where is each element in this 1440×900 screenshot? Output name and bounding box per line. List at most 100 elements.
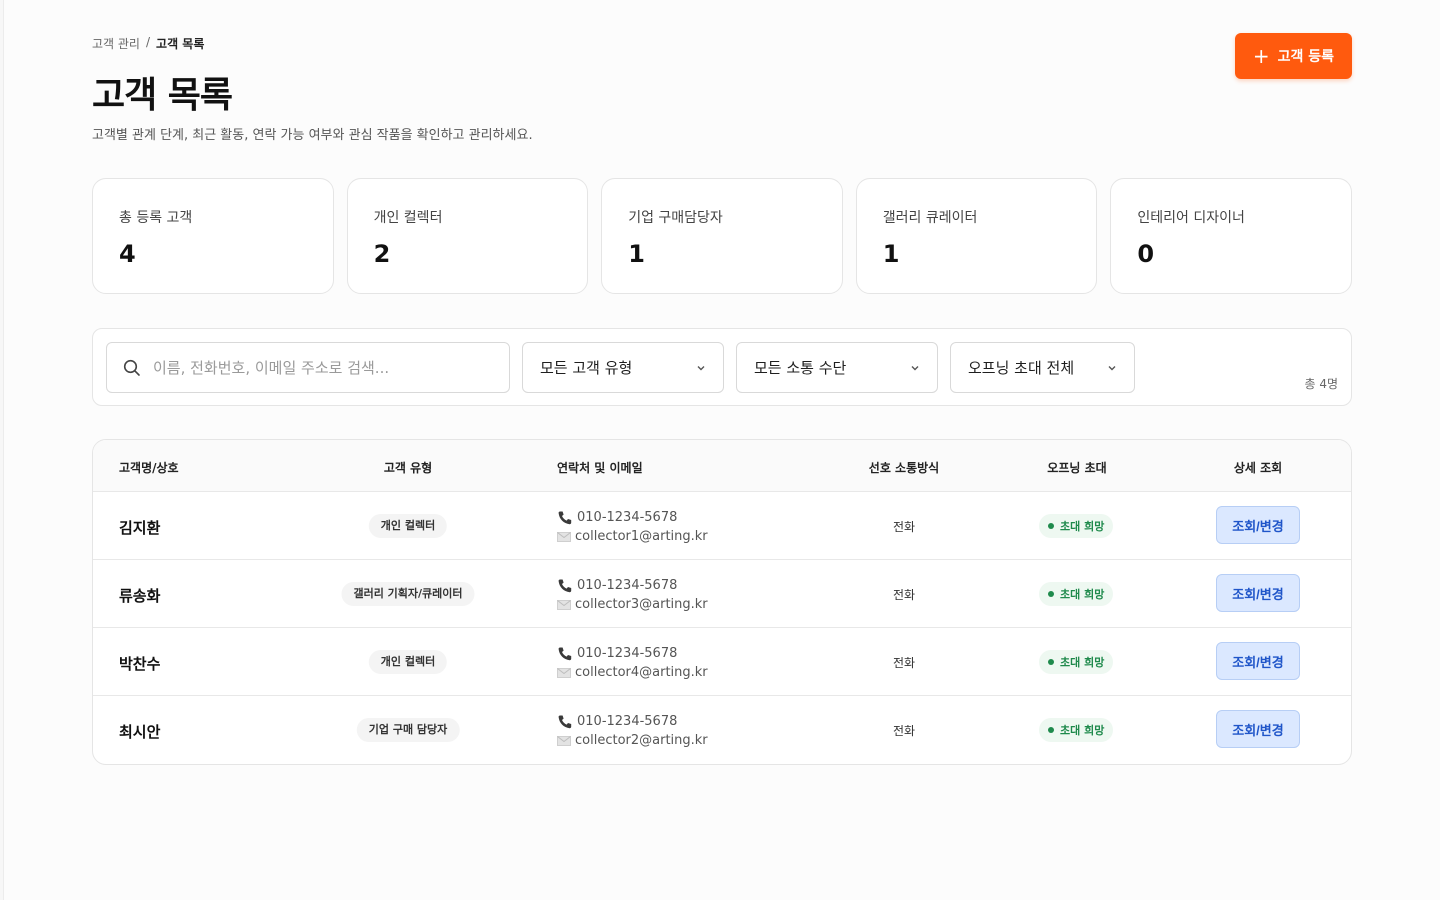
status-dot-icon (1048, 523, 1054, 529)
stat-label: 개인 컬렉터 (373, 210, 443, 226)
column-header-contact: 연락처 및 이메일 (557, 461, 643, 475)
table-row: 박찬수 개인 컬렉터 010-1234-5678 collector4@arti… (93, 628, 1351, 696)
mail-icon (557, 531, 571, 542)
search-box[interactable] (106, 342, 510, 393)
preferred-channel: 전화 (892, 520, 916, 534)
opening-invite-select[interactable]: 오프닝 초대 전체 (950, 342, 1135, 393)
opening-invite-select-value: 오프닝 초대 전체 (968, 359, 1075, 377)
customer-type-badge: 기업 구매 담당자 (356, 718, 460, 742)
invite-status-badge: 초대 희망 (1039, 582, 1114, 606)
phone-icon (558, 579, 572, 592)
invite-status-label: 초대 희망 (1060, 520, 1105, 533)
contact-info: 010-1234-5678 collector4@arting.kr (557, 644, 708, 682)
view-edit-button[interactable]: 조회/변경 (1216, 710, 1300, 748)
column-header-name: 고객명/상호 (119, 461, 179, 475)
stat-card-total: 총 등록 고객 4 (92, 178, 334, 294)
page-title: 고객 목록 (92, 75, 233, 116)
chevron-down-icon (697, 365, 705, 370)
mail-icon (557, 599, 571, 610)
column-header-preference: 선호 소통방식 (868, 461, 940, 475)
stat-value: 2 (373, 240, 391, 268)
view-edit-button[interactable]: 조회/변경 (1216, 642, 1300, 680)
page-subtitle: 고객별 관계 단계, 최근 활동, 연락 가능 여부와 관심 작품을 확인하고 … (92, 128, 533, 143)
phone-number: 010-1234-5678 (577, 510, 678, 525)
phone-icon (558, 511, 572, 524)
channel-select[interactable]: 모든 소통 수단 (736, 342, 938, 393)
table-row: 류송화 갤러리 기획자/큐레이터 010-1234-5678 collector… (93, 560, 1351, 628)
breadcrumb-parent[interactable]: 고객 관리 (92, 35, 140, 52)
stat-value: 1 (882, 240, 900, 268)
table-row: 최시안 기업 구매 담당자 010-1234-5678 collector2@a… (93, 696, 1351, 764)
invite-status-badge: 초대 희망 (1039, 718, 1114, 742)
column-header-type: 고객 유형 (383, 461, 433, 475)
email-address: collector3@arting.kr (575, 597, 708, 612)
breadcrumb-separator: / (145, 35, 151, 49)
status-dot-icon (1048, 591, 1054, 597)
invite-status-label: 초대 희망 (1060, 588, 1105, 601)
stat-card-individual-collector: 개인 컬렉터 2 (346, 178, 589, 294)
email-address: collector1@arting.kr (575, 529, 708, 544)
invite-status-label: 초대 희망 (1060, 656, 1105, 669)
stat-value: 4 (119, 240, 136, 268)
add-customer-label: 고객 등록 (1277, 49, 1335, 65)
customer-type-badge: 갤러리 기획자/큐레이터 (341, 582, 475, 606)
stat-label: 총 등록 고객 (119, 210, 193, 226)
customer-type-select-value: 모든 고객 유형 (540, 359, 633, 377)
mail-icon (557, 735, 571, 746)
stat-card-gallery-curator: 갤러리 큐레이터 1 (855, 178, 1098, 294)
status-dot-icon (1048, 727, 1054, 733)
column-header-detail: 상세 조회 (1233, 461, 1283, 475)
stat-card-corporate-buyer: 기업 구매담당자 1 (601, 178, 843, 294)
invite-status-badge: 초대 희망 (1039, 514, 1114, 538)
stat-value: 0 (1137, 240, 1155, 268)
customer-name: 류송화 (119, 587, 161, 605)
customer-name: 최시안 (119, 723, 161, 741)
table-row: 김지환 개인 컬렉터 010-1234-5678 collector1@arti… (93, 492, 1351, 560)
plus-icon: + (1252, 44, 1270, 68)
add-customer-button[interactable]: + 고객 등록 (1235, 33, 1352, 79)
search-input[interactable] (153, 358, 493, 377)
phone-icon (558, 715, 572, 728)
phone-icon (558, 647, 572, 660)
filter-bar: 모든 고객 유형 모든 소통 수단 오프닝 초대 전체 총 4명 (92, 328, 1352, 406)
total-count: 총 4명 (1304, 377, 1338, 391)
invite-status-label: 초대 희망 (1060, 724, 1105, 737)
customer-type-badge: 개인 컬렉터 (368, 514, 448, 538)
chevron-down-icon (911, 365, 919, 370)
table-header: 고객명/상호 고객 유형 연락처 및 이메일 선호 소통방식 오프닝 초대 상세… (93, 440, 1351, 492)
stats-row: 총 등록 고객 4 개인 컬렉터 2 기업 구매담당자 1 갤러리 큐레이터 1… (92, 178, 1352, 294)
column-header-invite: 오프닝 초대 (1047, 461, 1107, 475)
stat-card-interior-designer: 인테리어 디자이너 0 (1110, 178, 1352, 294)
channel-select-value: 모든 소통 수단 (754, 359, 847, 377)
customer-type-badge: 개인 컬렉터 (368, 650, 448, 674)
search-icon (123, 359, 140, 376)
customer-name: 김지환 (119, 519, 161, 537)
email-address: collector4@arting.kr (575, 665, 708, 680)
preferred-channel: 전화 (892, 656, 916, 670)
breadcrumb-current: 고객 목록 (156, 37, 205, 51)
customer-name: 박찬수 (119, 655, 161, 673)
window-left-edge (0, 0, 4, 900)
stat-label: 기업 구매담당자 (628, 210, 723, 226)
contact-info: 010-1234-5678 collector3@arting.kr (557, 576, 708, 614)
phone-number: 010-1234-5678 (577, 578, 678, 593)
view-edit-button[interactable]: 조회/변경 (1216, 574, 1300, 612)
customer-table: 고객명/상호 고객 유형 연락처 및 이메일 선호 소통방식 오프닝 초대 상세… (92, 439, 1352, 765)
customer-type-select[interactable]: 모든 고객 유형 (522, 342, 724, 393)
stat-value: 1 (628, 240, 645, 268)
preferred-channel: 전화 (892, 724, 916, 738)
preferred-channel: 전화 (892, 588, 916, 602)
email-address: collector2@arting.kr (575, 733, 708, 748)
contact-info: 010-1234-5678 collector2@arting.kr (557, 712, 708, 750)
mail-icon (557, 667, 571, 678)
stat-label: 갤러리 큐레이터 (882, 210, 978, 226)
invite-status-badge: 초대 희망 (1039, 650, 1114, 674)
contact-info: 010-1234-5678 collector1@arting.kr (557, 508, 708, 546)
breadcrumb: 고객 관리 / 고객 목록 (92, 35, 204, 52)
stat-label: 인테리어 디자이너 (1137, 210, 1245, 226)
phone-number: 010-1234-5678 (577, 646, 678, 661)
status-dot-icon (1048, 659, 1054, 665)
phone-number: 010-1234-5678 (577, 714, 678, 729)
view-edit-button[interactable]: 조회/변경 (1216, 506, 1300, 544)
chevron-down-icon (1108, 365, 1116, 370)
